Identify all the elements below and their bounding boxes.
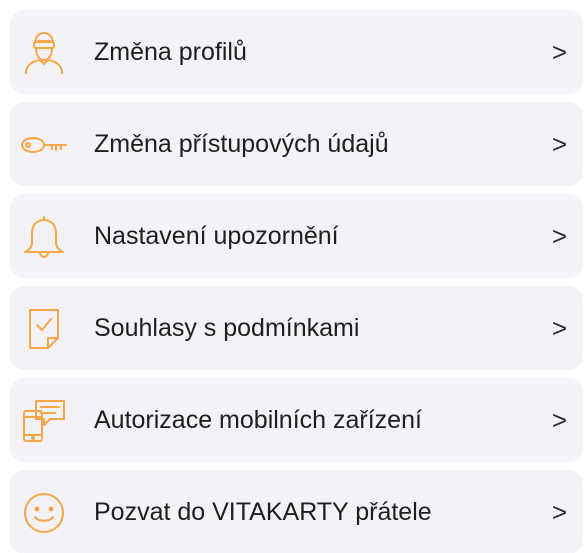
menu-item-label: Změna přístupových údajů [94,130,389,158]
document-check-icon [20,305,68,353]
menu-item-label: Nastavení upozornění [94,222,339,250]
bell-icon [20,213,68,261]
menu-item-terms-consents[interactable]: Souhlasy s podmínkami > [10,286,583,370]
chevron-right-icon: > [551,405,567,435]
menu-item-notification-settings[interactable]: Nastavení upozornění > [10,194,583,278]
chevron-right-icon: > [551,497,567,527]
chevron-right-icon: > [551,221,567,251]
chevron-right-icon: > [551,129,567,159]
settings-menu: Změna profilů > Změna přístupových údajů… [0,0,587,553]
menu-item-label: Pozvat do VITAKARTY přátele [94,498,432,526]
menu-item-label: Změna profilů [94,38,247,66]
key-icon [20,121,68,169]
menu-item-label: Souhlasy s podmínkami [94,314,360,342]
menu-item-invite-friends[interactable]: Pozvat do VITAKARTY přátele > [10,470,583,553]
user-profile-icon [20,29,68,77]
menu-item-label: Autorizace mobilních zařízení [94,406,422,434]
menu-item-change-credentials[interactable]: Změna přístupových údajů > [10,102,583,186]
chevron-right-icon: > [551,37,567,67]
menu-item-change-profile[interactable]: Změna profilů > [10,10,583,94]
menu-item-mobile-authorization[interactable]: Autorizace mobilních zařízení > [10,378,583,462]
mobile-device-icon [20,397,68,445]
chevron-right-icon: > [551,313,567,343]
smiley-icon [20,489,68,537]
